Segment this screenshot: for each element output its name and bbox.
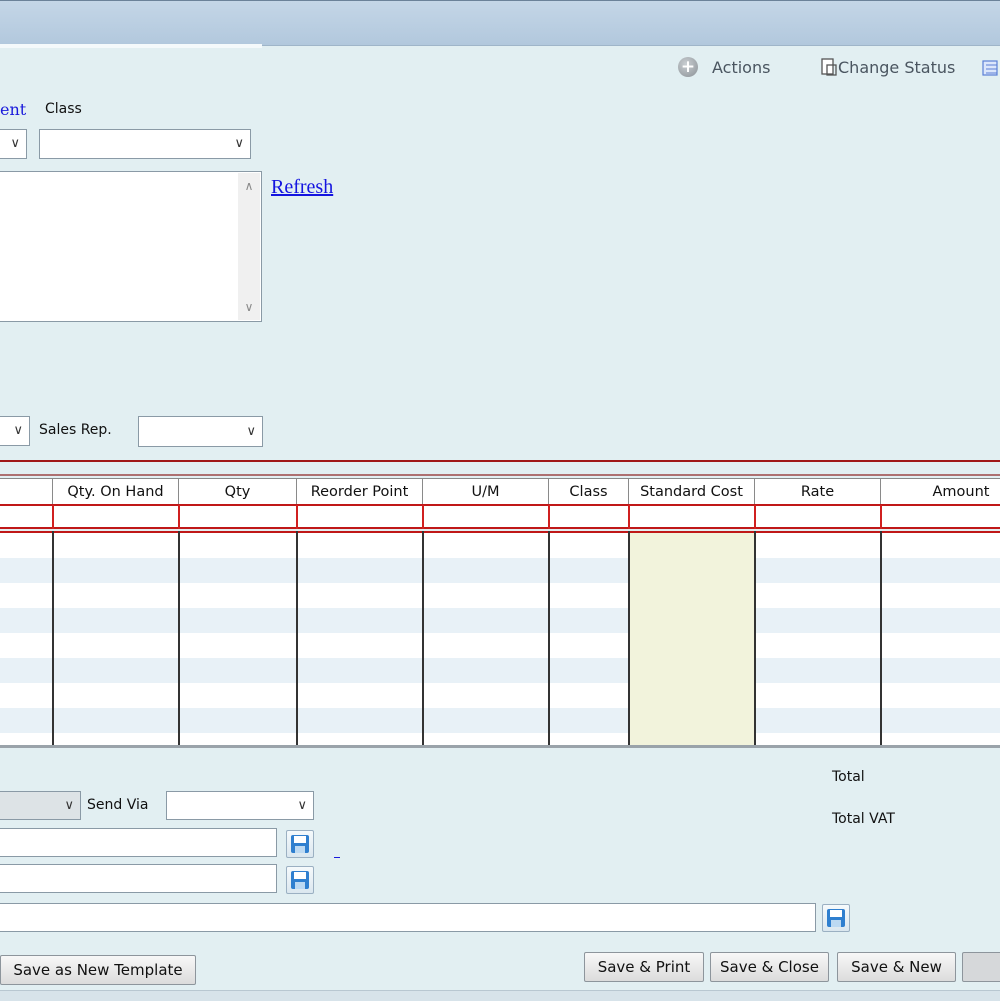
actions-button[interactable]: + Actions (678, 55, 770, 79)
col-header-um[interactable]: U/M (423, 479, 549, 505)
edit-cell-divider (754, 505, 756, 529)
col-header-class[interactable]: Class (549, 479, 629, 505)
col-header-standard-cost[interactable]: Standard Cost (629, 479, 755, 505)
department-select[interactable]: ∨ (0, 129, 27, 159)
col-header-item[interactable] (0, 479, 53, 505)
grid-edit-row[interactable] (0, 505, 1000, 529)
floppy-disk-icon (827, 909, 845, 927)
total-label: Total (832, 769, 865, 785)
sales-rep-label: Sales Rep. (39, 422, 112, 438)
edit-cell-divider (422, 505, 424, 529)
column-divider (754, 531, 756, 746)
edit-cell-divider (178, 505, 180, 529)
clear-button[interactable] (962, 952, 1000, 982)
terms-select[interactable]: ∨ (0, 416, 30, 446)
scroll-up-icon[interactable]: ∧ (238, 179, 260, 193)
col-header-qty[interactable]: Qty (179, 479, 297, 505)
column-divider (422, 531, 424, 746)
customer-message-select[interactable]: ∨ (0, 791, 81, 820)
more-toolbar-icon[interactable] (980, 58, 1000, 78)
memo-field[interactable] (0, 828, 277, 857)
send-via-select[interactable]: ∨ (166, 791, 314, 820)
grid-top-border (0, 460, 1000, 462)
save-memo-button[interactable] (286, 830, 314, 858)
refresh-link[interactable]: Refresh (271, 176, 333, 199)
edit-cell-divider (880, 505, 882, 529)
total-vat-label: Total VAT (832, 811, 895, 827)
edit-cell-divider (52, 505, 54, 529)
col-header-reorder-point[interactable]: Reorder Point (297, 479, 423, 505)
plus-circle-icon: + (678, 57, 698, 77)
change-status-label: Change Status (838, 57, 956, 77)
send-via-label: Send Via (87, 797, 149, 813)
grid-header: Qty. On Hand Qty Reorder Point U/M Class… (0, 478, 1000, 506)
col-header-amount[interactable]: Amount (881, 479, 1000, 505)
save-new-button[interactable]: Save & New (837, 952, 956, 982)
column-divider (880, 531, 882, 746)
edit-cell-divider (548, 505, 550, 529)
class-label: Class (45, 101, 82, 117)
column-divider (548, 531, 550, 746)
col-header-rate[interactable]: Rate (755, 479, 881, 505)
class-select[interactable]: ∨ (39, 129, 251, 159)
chevron-down-icon: ∨ (13, 422, 23, 438)
column-divider (178, 531, 180, 746)
document-status-icon (821, 58, 837, 76)
edit-row-bottom-line (0, 527, 1000, 529)
grid-bottom-border (0, 745, 1000, 748)
save-print-button[interactable]: Save & Print (584, 952, 704, 982)
edit-row-top-line (0, 504, 1000, 506)
chevron-down-icon: ∨ (64, 797, 74, 813)
scroll-down-icon[interactable]: ∨ (238, 300, 260, 314)
column-divider (628, 531, 630, 746)
floppy-disk-icon (291, 835, 309, 853)
sales-rep-select[interactable]: ∨ (138, 416, 263, 447)
save-close-button[interactable]: Save & Close (710, 952, 829, 982)
grid-top-divider (0, 474, 1000, 476)
edit-cell-divider (628, 505, 630, 529)
chevron-down-icon: ∨ (10, 135, 20, 151)
save-notes-button[interactable] (286, 866, 314, 894)
notes-field[interactable] (0, 864, 277, 893)
save-as-new-template-button[interactable]: Save as New Template (0, 955, 196, 985)
actions-label: Actions (712, 57, 771, 77)
address-textarea[interactable]: ∧ ∨ (0, 171, 262, 322)
active-tab-indicator (0, 44, 262, 48)
table-row[interactable] (0, 708, 1000, 733)
chevron-down-icon: ∨ (297, 797, 307, 813)
vertical-scrollbar[interactable]: ∧ ∨ (238, 173, 260, 320)
department-link[interactable]: ent (0, 100, 26, 119)
window-title-bar (0, 0, 1000, 46)
table-row[interactable] (0, 683, 1000, 708)
table-row[interactable] (0, 558, 1000, 583)
internal-notes-field[interactable] (0, 903, 816, 932)
table-row[interactable] (0, 733, 1000, 745)
save-internal-notes-button[interactable] (822, 904, 850, 932)
column-divider (296, 531, 298, 746)
floppy-disk-icon (291, 871, 309, 889)
column-divider (52, 531, 54, 746)
table-row[interactable] (0, 633, 1000, 658)
change-status-button[interactable]: Change Status (820, 55, 955, 79)
table-row[interactable] (0, 608, 1000, 633)
table-row[interactable] (0, 658, 1000, 683)
chevron-down-icon: ∨ (234, 135, 244, 151)
table-row[interactable] (0, 583, 1000, 608)
status-bar (0, 990, 1000, 1001)
chevron-down-icon: ∨ (246, 423, 256, 439)
standard-cost-column-cells[interactable] (629, 533, 754, 745)
table-row[interactable] (0, 533, 1000, 558)
small-link[interactable] (334, 857, 340, 858)
col-header-qty-on-hand[interactable]: Qty. On Hand (53, 479, 179, 505)
edit-cell-divider (296, 505, 298, 529)
